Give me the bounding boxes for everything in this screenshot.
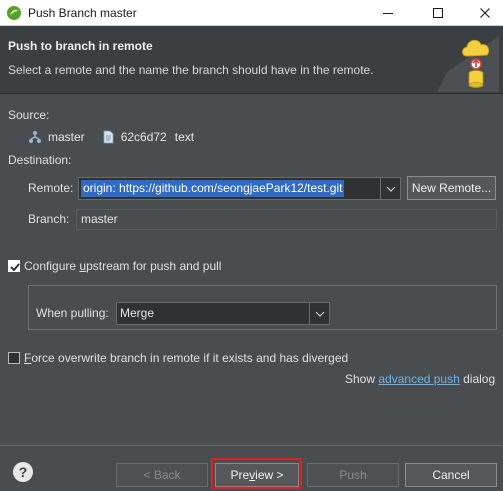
chevron-down-icon — [315, 311, 324, 317]
push-button[interactable]: Push — [307, 463, 399, 487]
when-pulling-dropdown-button[interactable] — [309, 303, 329, 324]
branch-field[interactable]: master — [76, 209, 497, 230]
source-branch: master — [48, 130, 85, 144]
source-info: master 62c6d72 text — [28, 129, 194, 145]
destination-label: Destination: — [8, 153, 72, 167]
chevron-down-icon — [386, 186, 395, 192]
maximize-button[interactable] — [415, 0, 461, 26]
help-icon[interactable]: ? — [13, 462, 33, 482]
advanced-push-row: Show advanced push dialog — [345, 372, 495, 386]
branch-label: Branch: — [28, 212, 70, 226]
back-label: < Back — [143, 468, 181, 482]
title-bar: Push Branch master — [0, 0, 503, 26]
source-commit-id: 62c6d72 — [120, 130, 167, 144]
minimize-icon — [383, 13, 393, 14]
source-label: Source: — [8, 108, 50, 122]
preview-button[interactable]: Preview > — [215, 463, 299, 487]
back-button[interactable]: < Back — [116, 463, 208, 487]
push-to-cloud-icon — [437, 36, 499, 92]
when-pulling-value: Merge — [120, 306, 155, 320]
source-commit-message: text — [174, 130, 195, 144]
wizard-title: Push to branch in remote — [8, 39, 153, 53]
branch-value: master — [81, 212, 118, 226]
remote-combo[interactable]: origin: https://github.com/seongjaePark1… — [78, 177, 401, 200]
advanced-push-pre: Show — [345, 372, 376, 386]
advanced-push-post: dialog — [463, 372, 496, 386]
close-button[interactable] — [462, 0, 503, 26]
wizard-description: Select a remote and the name the branch … — [8, 63, 374, 77]
checkmark-icon — [10, 263, 20, 272]
push-label: Push — [339, 468, 367, 482]
configure-upstream-label[interactable]: Configure upstream for push and pull — [24, 259, 221, 273]
eclipse-app-icon — [7, 6, 21, 20]
new-remote-button[interactable]: New Remote... — [407, 176, 496, 200]
when-pulling-combo[interactable]: Merge — [116, 302, 330, 325]
new-remote-label: New Remote... — [411, 181, 492, 195]
branch-icon — [29, 131, 41, 143]
close-icon — [480, 8, 490, 18]
commit-icon — [103, 130, 114, 144]
remote-value: origin: https://github.com/seongjaePark1… — [81, 180, 345, 197]
configure-upstream-checkbox[interactable] — [8, 260, 20, 272]
wizard-body: Source: master 62c6d72 text Destination:… — [0, 95, 503, 445]
advanced-push-link[interactable]: advanced push — [378, 372, 459, 386]
wizard-header: Push to branch in remote Select a remote… — [0, 26, 503, 94]
when-pulling-label: When pulling: — [36, 306, 109, 320]
force-overwrite-checkbox[interactable] — [8, 352, 20, 364]
window-title: Push Branch master — [28, 6, 137, 20]
force-overwrite-label[interactable]: Force overwrite branch in remote if it e… — [24, 351, 348, 365]
maximize-icon — [433, 8, 443, 18]
remote-dropdown-button[interactable] — [380, 178, 400, 199]
wizard-footer: ? < Back Preview > Push Cancel — [0, 445, 503, 491]
cancel-button[interactable]: Cancel — [405, 463, 497, 487]
preview-label: Preview > — [230, 468, 284, 482]
minimize-button[interactable] — [365, 0, 411, 26]
remote-label: Remote: — [28, 181, 74, 195]
cancel-label: Cancel — [432, 468, 470, 482]
